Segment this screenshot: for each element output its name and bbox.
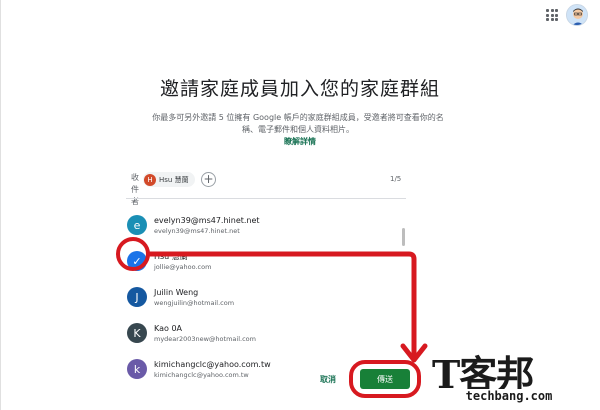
apps-grid-icon[interactable] [546, 9, 558, 21]
contact-avatar: K [127, 323, 147, 343]
send-button[interactable]: 傳送 [360, 369, 410, 389]
contact-avatar: e [127, 215, 147, 235]
contact-name: Juilin Weng [154, 287, 199, 297]
contact-text: Juilin Weng wengjuilin@hotmail.com [154, 287, 234, 308]
contact-email: mydear2003new@hotmail.com [154, 334, 256, 343]
contact-name: kimichangclc@yahoo.com.tw [154, 359, 271, 369]
contact-row[interactable]: e evelyn39@ms47.hinet.net evelyn39@ms47.hi… [124, 207, 394, 243]
page-title: 邀請家庭成員加入您的家庭群組 [159, 78, 440, 100]
recipient-chip-name: Hsu 慧蘭 [159, 175, 189, 184]
contact-avatar: k [127, 359, 147, 379]
contact-name: Kao 0A [154, 323, 183, 333]
avatar-face-icon [567, 5, 587, 25]
contact-list-scrollbar[interactable] [402, 228, 405, 246]
recipient-counter: 1/5 [390, 175, 402, 183]
recipients-underline [126, 198, 406, 199]
selected-highlight-ring [116, 237, 150, 271]
contact-row[interactable]: K Kao 0A mydear2003new@hotmail.com [124, 315, 394, 351]
contact-row[interactable]: k kimichangclc@yahoo.com.tw kimichangclc@y… [124, 351, 394, 387]
contact-list: e evelyn39@ms47.hinet.net evelyn39@ms47.hi… [116, 207, 394, 387]
contact-email: jollie@yahoo.com [154, 262, 212, 271]
left-border [0, 0, 1, 410]
add-recipient-button[interactable]: + [201, 172, 216, 187]
recipients-label: 收件者 [131, 173, 139, 206]
invite-family-page: 邀請家庭成員加入您的家庭群組 你最多可另外邀請 5 位擁有 Google 帳戶的… [0, 0, 600, 410]
contact-email: kimichangclc@yahoo.com.tw [154, 370, 249, 379]
contact-email: wengjuilin@hotmail.com [154, 298, 235, 307]
watermark-url: techbang.com [434, 389, 584, 403]
contact-name: Hsu 慧蘭 [154, 251, 188, 261]
contact-name: evelyn39@ms47.hinet.net [154, 215, 260, 225]
account-avatar[interactable] [566, 4, 588, 26]
techbang-watermark: T客邦 techbang.com [432, 344, 592, 406]
cancel-button[interactable]: 取消 [320, 374, 336, 385]
contact-row[interactable]: J Juilin Weng wengjuilin@hotmail.com [124, 279, 394, 315]
contact-text: Hsu 慧蘭 jollie@yahoo.com [154, 251, 211, 272]
contact-row[interactable]: ✓ Hsu 慧蘭 jollie@yahoo.com [116, 237, 394, 279]
recipient-chip-avatar: H [144, 173, 156, 186]
contact-text: Kao 0A mydear2003new@hotmail.com [154, 323, 256, 344]
recipient-chip[interactable]: H Hsu 慧蘭 [143, 172, 195, 187]
contact-text: evelyn39@ms47.hinet.net evelyn39@ms47.hin… [154, 215, 260, 236]
contact-email: evelyn39@ms47.hinet.net [154, 226, 240, 235]
description-text: 你最多可另外邀請 5 位擁有 Google 帳戶的家庭群組成員，受邀者將可查看你… [152, 113, 444, 134]
learn-more-link[interactable]: 瞭解詳情 [0, 136, 600, 147]
contact-avatar: J [127, 287, 147, 307]
contact-text: kimichangclc@yahoo.com.tw kimichangclc@ya… [154, 359, 271, 380]
